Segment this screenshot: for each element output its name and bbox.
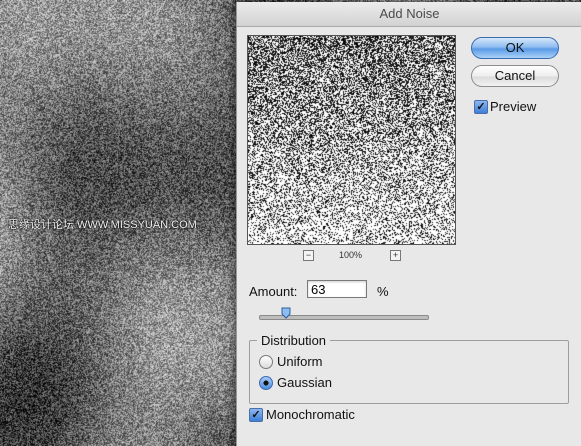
gaussian-label: Gaussian [277, 375, 332, 390]
uniform-radio[interactable] [259, 355, 273, 369]
uniform-label: Uniform [277, 354, 323, 369]
minus-icon: − [305, 250, 312, 260]
watermark-text: 思缘设计论坛 WWW.MISSYUAN.COM [8, 219, 197, 231]
monochromatic-checkbox[interactable]: ✓ [249, 408, 263, 422]
monochromatic-label: Monochromatic [266, 407, 355, 422]
noise-preview-image[interactable] [248, 36, 455, 244]
dialog-title: Add Noise [237, 2, 581, 27]
ok-button[interactable]: OK [471, 37, 559, 59]
amount-slider-thumb[interactable] [281, 307, 291, 319]
gaussian-radio[interactable] [259, 376, 273, 390]
preview-checkbox[interactable]: ✓ [474, 100, 488, 114]
preview-window[interactable] [247, 35, 456, 245]
zoom-controls: − 100% + [303, 250, 403, 264]
amount-label: Amount: [249, 284, 298, 299]
cancel-button[interactable]: Cancel [471, 65, 559, 87]
amount-input[interactable] [307, 280, 367, 298]
amount-unit: % [377, 284, 389, 299]
plus-icon: + [392, 250, 399, 260]
check-icon: ✓ [251, 409, 261, 421]
check-icon: ✓ [476, 101, 486, 113]
add-noise-dialog: Add Noise − 100% + OK Cancel ✓ Preview A… [236, 2, 581, 446]
preview-label: Preview [490, 99, 537, 114]
zoom-in-button[interactable]: + [390, 250, 401, 261]
zoom-level: 100% [339, 250, 363, 260]
zoom-out-button[interactable]: − [303, 250, 314, 261]
distribution-group [249, 340, 569, 404]
distribution-title: Distribution [257, 333, 331, 348]
